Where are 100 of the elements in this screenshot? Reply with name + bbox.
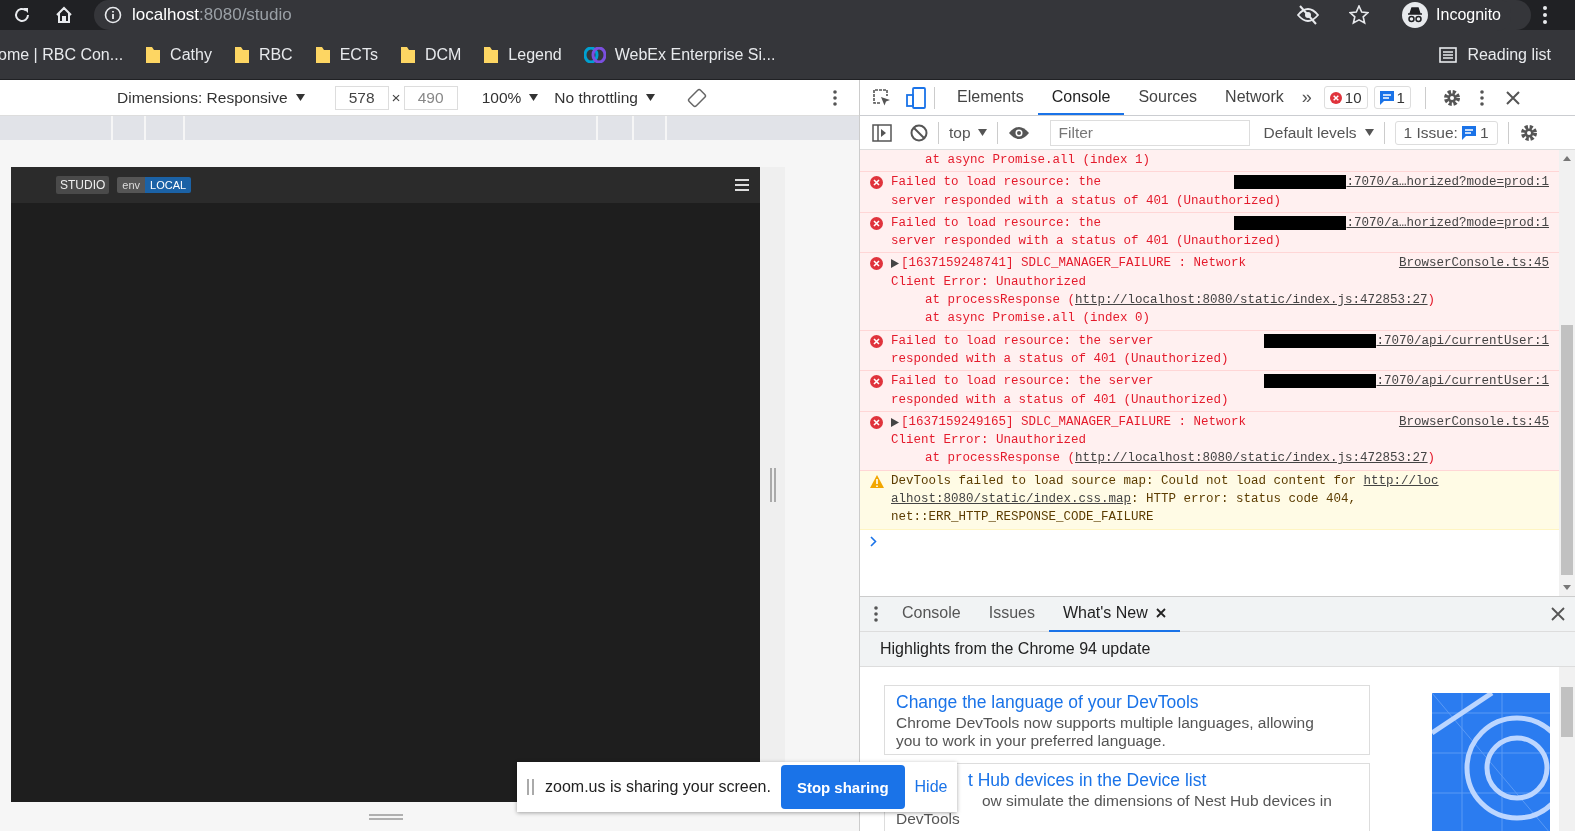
- scroll-down-icon[interactable]: [1563, 585, 1571, 590]
- star-icon[interactable]: [1349, 5, 1370, 25]
- incognito-icon: [1402, 2, 1429, 28]
- folder-icon: [399, 45, 416, 64]
- card-title-link[interactable]: Change the language of your DevTools: [896, 691, 1199, 714]
- expand-arrow-icon[interactable]: [891, 417, 899, 427]
- caret-icon: [645, 94, 655, 101]
- width-field[interactable]: 578: [334, 85, 389, 110]
- menu-icon[interactable]: [735, 179, 749, 191]
- scrollbar[interactable]: [1559, 667, 1575, 831]
- caret-icon: [977, 129, 987, 136]
- feature-card[interactable]: Change the language of your DevTools Chrome DevTools now supports multiple languages, allowing you to work in your preferred language.: [884, 685, 1370, 755]
- console-link[interactable]: http://localhost:8080/static/index.js:472853:27: [1075, 449, 1428, 468]
- caret-icon: [529, 94, 539, 101]
- filter-field[interactable]: Filter: [1049, 119, 1250, 146]
- folder-icon: [233, 45, 250, 64]
- drawer-tab[interactable]: Issues: [974, 596, 1049, 632]
- bookmark[interactable]: Cathy: [145, 45, 212, 64]
- message-count-badge[interactable]: 1: [1373, 86, 1411, 109]
- settings-icon[interactable]: [1441, 87, 1462, 108]
- bookmark[interactable]: WebEx Enterprise Si...: [583, 45, 776, 64]
- issues-button[interactable]: 1 Issue: 1: [1394, 120, 1498, 145]
- card-description: ow simulate the dimensions of Nest Hub devices in: [982, 792, 1332, 810]
- console-text: at async Promise.all (index 0): [925, 310, 1151, 328]
- console-link[interactable]: http://loc: [1363, 471, 1439, 491]
- close-icon[interactable]: [1505, 90, 1520, 105]
- console-text: Failed to load resource: the server: [891, 373, 1154, 391]
- home-icon[interactable]: [54, 5, 74, 25]
- brand-label: STUDIO: [56, 176, 110, 194]
- console-text: Failed to load resource: the: [891, 174, 1102, 192]
- more-icon[interactable]: [833, 89, 837, 106]
- inspect-icon[interactable]: [872, 87, 892, 108]
- message-icon: [1461, 125, 1476, 140]
- resize-handle[interactable]: [769, 467, 776, 502]
- message-icon: [1379, 90, 1394, 105]
- folder-icon: [483, 45, 500, 64]
- zoom-dropdown[interactable]: 100%: [481, 88, 539, 107]
- menu-icon[interactable]: [1543, 6, 1547, 24]
- device-toggle-icon[interactable]: [906, 86, 926, 109]
- scrollbar[interactable]: [1559, 150, 1575, 596]
- source-link[interactable]: BrowserConsole.ts:45: [1398, 412, 1549, 432]
- reload-icon[interactable]: [12, 5, 32, 25]
- devtools-tab[interactable]: Sources: [1124, 80, 1212, 115]
- eye-slash-icon[interactable]: [1297, 5, 1320, 25]
- expand-arrow-icon[interactable]: [891, 259, 899, 269]
- source-link[interactable]: :7070/api/currentUser:1: [1376, 331, 1549, 350]
- devtools-tab[interactable]: Network: [1211, 80, 1298, 115]
- levels-dropdown[interactable]: Default levels: [1263, 123, 1374, 142]
- settings-icon[interactable]: [1518, 122, 1539, 143]
- drawer-tab[interactable]: Console: [888, 596, 975, 632]
- share-message: zoom.us is sharing your screen.: [545, 778, 771, 796]
- console-text: [1637159248741] SDLC_MANAGER_FAILURE : Network: [901, 255, 1247, 273]
- info-icon[interactable]: [104, 6, 122, 24]
- scroll-up-icon[interactable]: [1563, 156, 1571, 161]
- devtools-tab[interactable]: Elements: [943, 80, 1038, 115]
- more-icon[interactable]: [1479, 89, 1484, 106]
- prompt-chevron-icon: [870, 535, 877, 547]
- dimensions-dropdown[interactable]: Dimensions: Responsive: [117, 88, 305, 107]
- reading-list-button[interactable]: Reading list: [1439, 45, 1551, 64]
- console-text: Client Error: Unauthorized: [891, 432, 1087, 450]
- height-field[interactable]: 490: [403, 85, 458, 110]
- hide-link[interactable]: Hide: [914, 778, 948, 796]
- more-icon[interactable]: [874, 606, 878, 622]
- address-bar[interactable]: localhost:8080/studio Incognito: [94, 0, 1531, 30]
- stop-sharing-button[interactable]: Stop sharing: [780, 765, 905, 809]
- url-text: localhost:8080/studio: [132, 5, 292, 25]
- source-link[interactable]: :7070/a…horized?mode=prod:1: [1346, 173, 1549, 192]
- more-tabs-chevron[interactable]: »: [1301, 87, 1312, 108]
- context-dropdown[interactable]: top: [949, 123, 987, 142]
- console-text: Client Error: Unauthorized: [891, 273, 1087, 291]
- error-icon: [870, 334, 883, 348]
- card-title-link[interactable]: t Hub devices in the Device list: [968, 769, 1207, 792]
- console-text: [1637159249165] SDLC_MANAGER_FAILURE : Network: [901, 413, 1247, 431]
- eye-icon[interactable]: [1007, 125, 1030, 140]
- drag-handle-icon[interactable]: [527, 779, 535, 795]
- bookmark[interactable]: ECTs: [314, 45, 378, 64]
- error-count-badge[interactable]: 10: [1323, 86, 1368, 109]
- source-link[interactable]: BrowserConsole.ts:45: [1398, 254, 1549, 273]
- console-text: DevTools failed to load source map: Could not load content for: [891, 472, 1358, 490]
- webex-icon: [583, 46, 606, 63]
- clear-console-icon[interactable]: [910, 123, 928, 142]
- throttling-dropdown[interactable]: No throttling: [554, 88, 655, 107]
- bookmark[interactable]: Legend: [483, 45, 562, 64]
- console-link[interactable]: http://localhost:8080/static/index.js:472853:27: [1075, 291, 1428, 310]
- source-link[interactable]: :7070/api/currentUser:1: [1376, 372, 1549, 391]
- console-link[interactable]: alhost:8080/static/index.css.map: [891, 490, 1132, 509]
- resize-handle[interactable]: [368, 814, 403, 820]
- console-text: at processResponse (: [925, 292, 1076, 310]
- console-text: responded with a status of 401 (Unauthorized): [891, 350, 1229, 368]
- bookmark[interactable]: DCM: [399, 45, 462, 64]
- list-icon: [1439, 46, 1458, 63]
- console-text: ): [1427, 450, 1436, 468]
- source-link[interactable]: :7070/a…horized?mode=prod:1: [1346, 213, 1549, 233]
- rotate-icon[interactable]: [686, 87, 707, 108]
- folder-icon: [145, 45, 162, 64]
- bookmark[interactable]: RBC: [233, 45, 293, 64]
- devtools-tab[interactable]: Console: [1037, 80, 1125, 115]
- close-icon[interactable]: [1155, 608, 1166, 618]
- sidebar-toggle-icon[interactable]: [872, 123, 892, 142]
- close-icon[interactable]: [1551, 607, 1565, 621]
